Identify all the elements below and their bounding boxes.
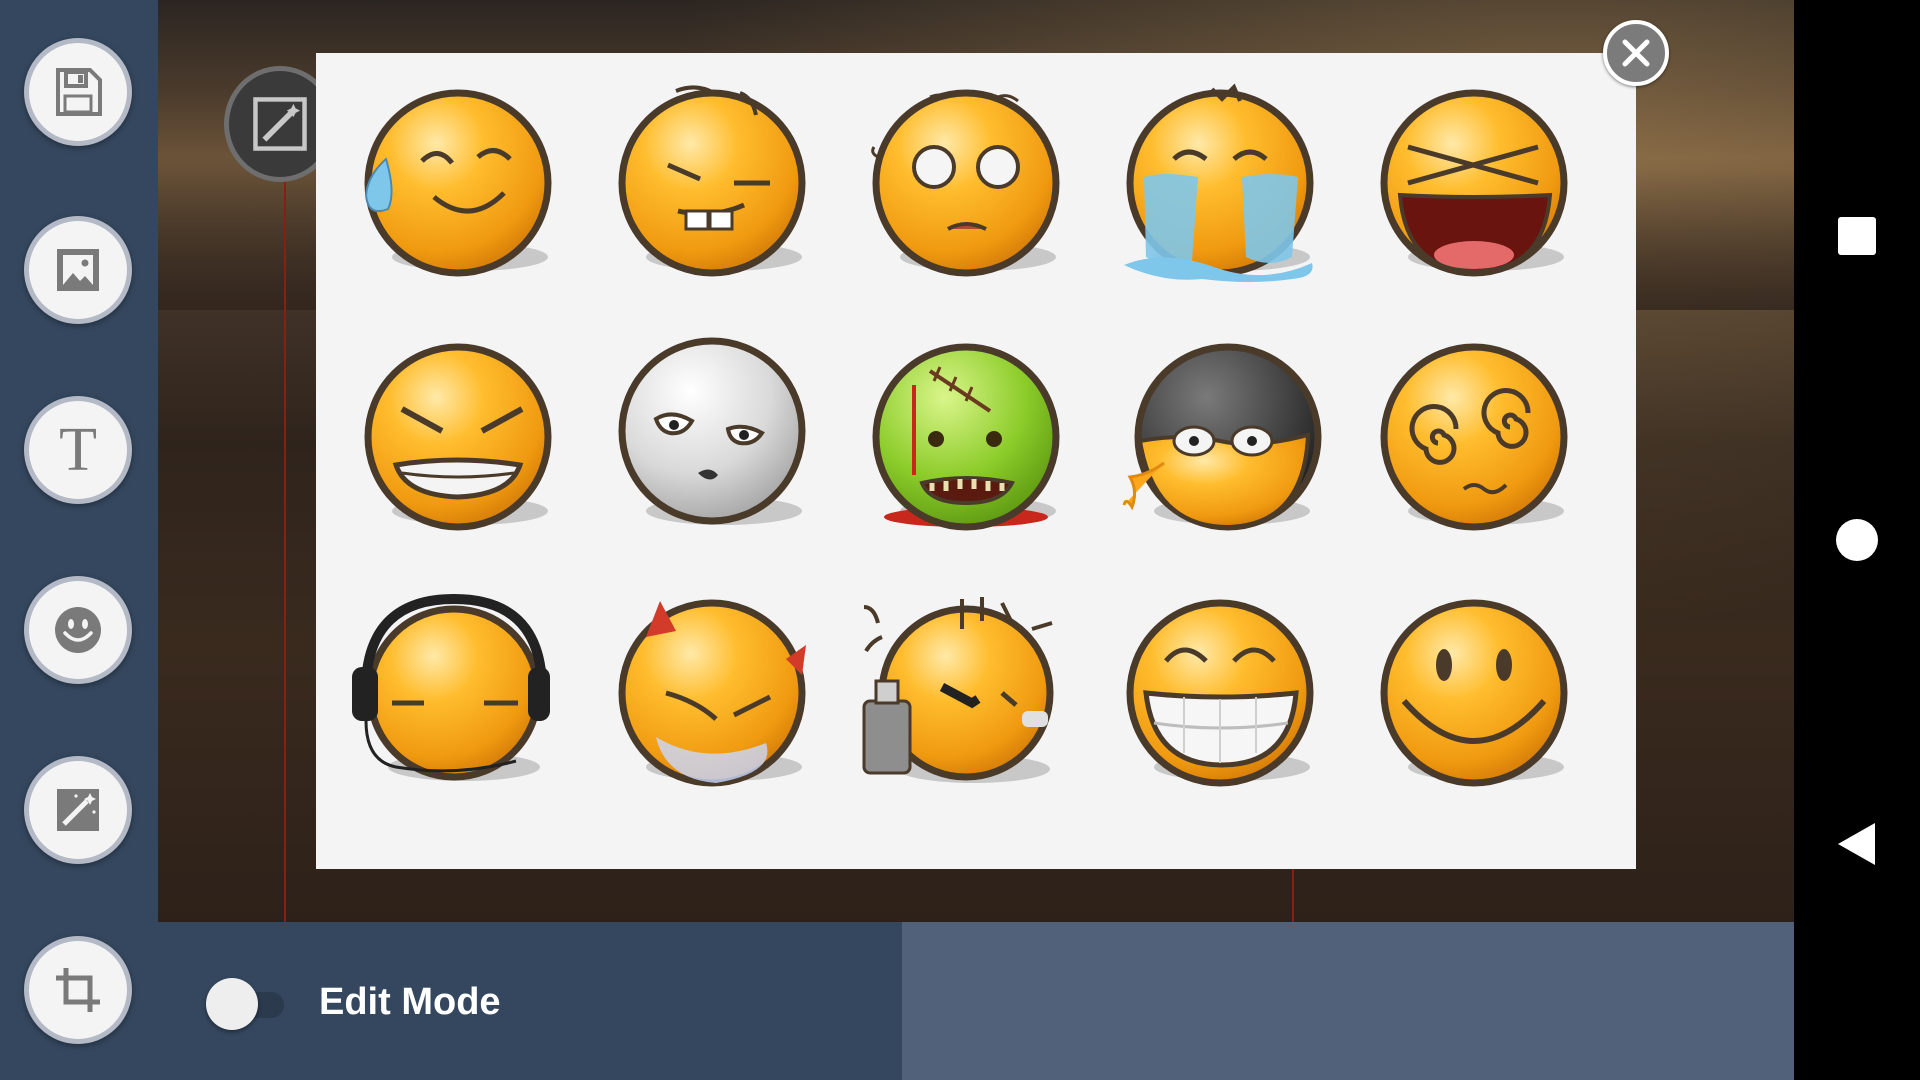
zombie-emoji[interactable]: [870, 341, 1062, 533]
save-button[interactable]: [24, 38, 132, 146]
smiley-icon: [55, 607, 101, 653]
toggle-knob: [206, 978, 258, 1030]
magic-wand-icon: [253, 97, 307, 151]
crop-icon: [56, 968, 100, 1012]
guide-line-left: [284, 180, 286, 922]
crying-emoji-graphic: [1124, 83, 1314, 282]
dizzy-emoji-graphic: [1380, 343, 1568, 531]
home-icon: [1836, 519, 1878, 561]
headphones-emoji[interactable]: [352, 593, 550, 789]
back-button[interactable]: [1827, 814, 1887, 874]
edit-mode-label: Edit Mode: [319, 981, 501, 1023]
toothy-squint-emoji-graphic: [618, 85, 806, 277]
ghost-emoji-graphic: [618, 337, 806, 525]
recents-icon: [1838, 217, 1876, 255]
home-button[interactable]: [1827, 510, 1887, 570]
sticker-button[interactable]: [24, 576, 132, 684]
cracked-egg-emoji[interactable]: [1122, 341, 1322, 533]
spray-can-emoji-graphic: [862, 597, 1054, 783]
edit-mode-toggle[interactable]: [206, 976, 288, 1030]
crop-button[interactable]: [24, 936, 132, 1044]
ghost-emoji[interactable]: [616, 337, 808, 533]
cracked-egg-emoji-graphic: [1122, 343, 1322, 531]
devil-emoji-graphic: [618, 599, 806, 787]
tool-rail: T: [0, 0, 158, 1080]
system-nav-bar: [1794, 0, 1920, 1080]
save-icon: [56, 68, 102, 116]
dazed-emoji-graphic: [871, 89, 1060, 277]
crying-emoji[interactable]: [1124, 83, 1316, 282]
spray-can-emoji[interactable]: [862, 597, 1054, 789]
recents-button[interactable]: [1827, 206, 1887, 266]
bottom-bar-right: [902, 922, 1794, 1080]
big-grin-emoji-graphic: [1126, 599, 1314, 787]
back-icon: [1838, 823, 1875, 865]
sweat-smile-emoji-graphic: [364, 89, 552, 277]
image-button[interactable]: [24, 216, 132, 324]
zombie-emoji-graphic: [872, 343, 1060, 531]
magic-wand-icon: [57, 789, 99, 831]
big-grin-emoji[interactable]: [1124, 597, 1316, 789]
dizzy-emoji[interactable]: [1378, 341, 1570, 533]
xd-laugh-emoji-graphic: [1380, 89, 1568, 277]
devil-emoji[interactable]: [616, 597, 808, 789]
text-button[interactable]: T: [24, 396, 132, 504]
xd-laugh-emoji[interactable]: [1378, 87, 1570, 279]
grimace-emoji[interactable]: [362, 341, 554, 533]
grimace-emoji-graphic: [364, 343, 552, 531]
close-icon: [1622, 39, 1650, 67]
magic-button[interactable]: [24, 756, 132, 864]
sticker-dialog: [316, 53, 1636, 869]
headphones-emoji-graphic: [352, 593, 550, 781]
text-icon: T: [59, 416, 97, 484]
smiley-emoji-graphic: [1380, 599, 1568, 787]
dazed-emoji[interactable]: [870, 87, 1062, 279]
image-icon: [57, 249, 99, 291]
smiley-emoji[interactable]: [1378, 597, 1570, 789]
toothy-squint-emoji[interactable]: [616, 85, 808, 279]
close-dialog-button[interactable]: [1603, 20, 1669, 86]
sweat-smile-emoji[interactable]: [362, 87, 554, 279]
